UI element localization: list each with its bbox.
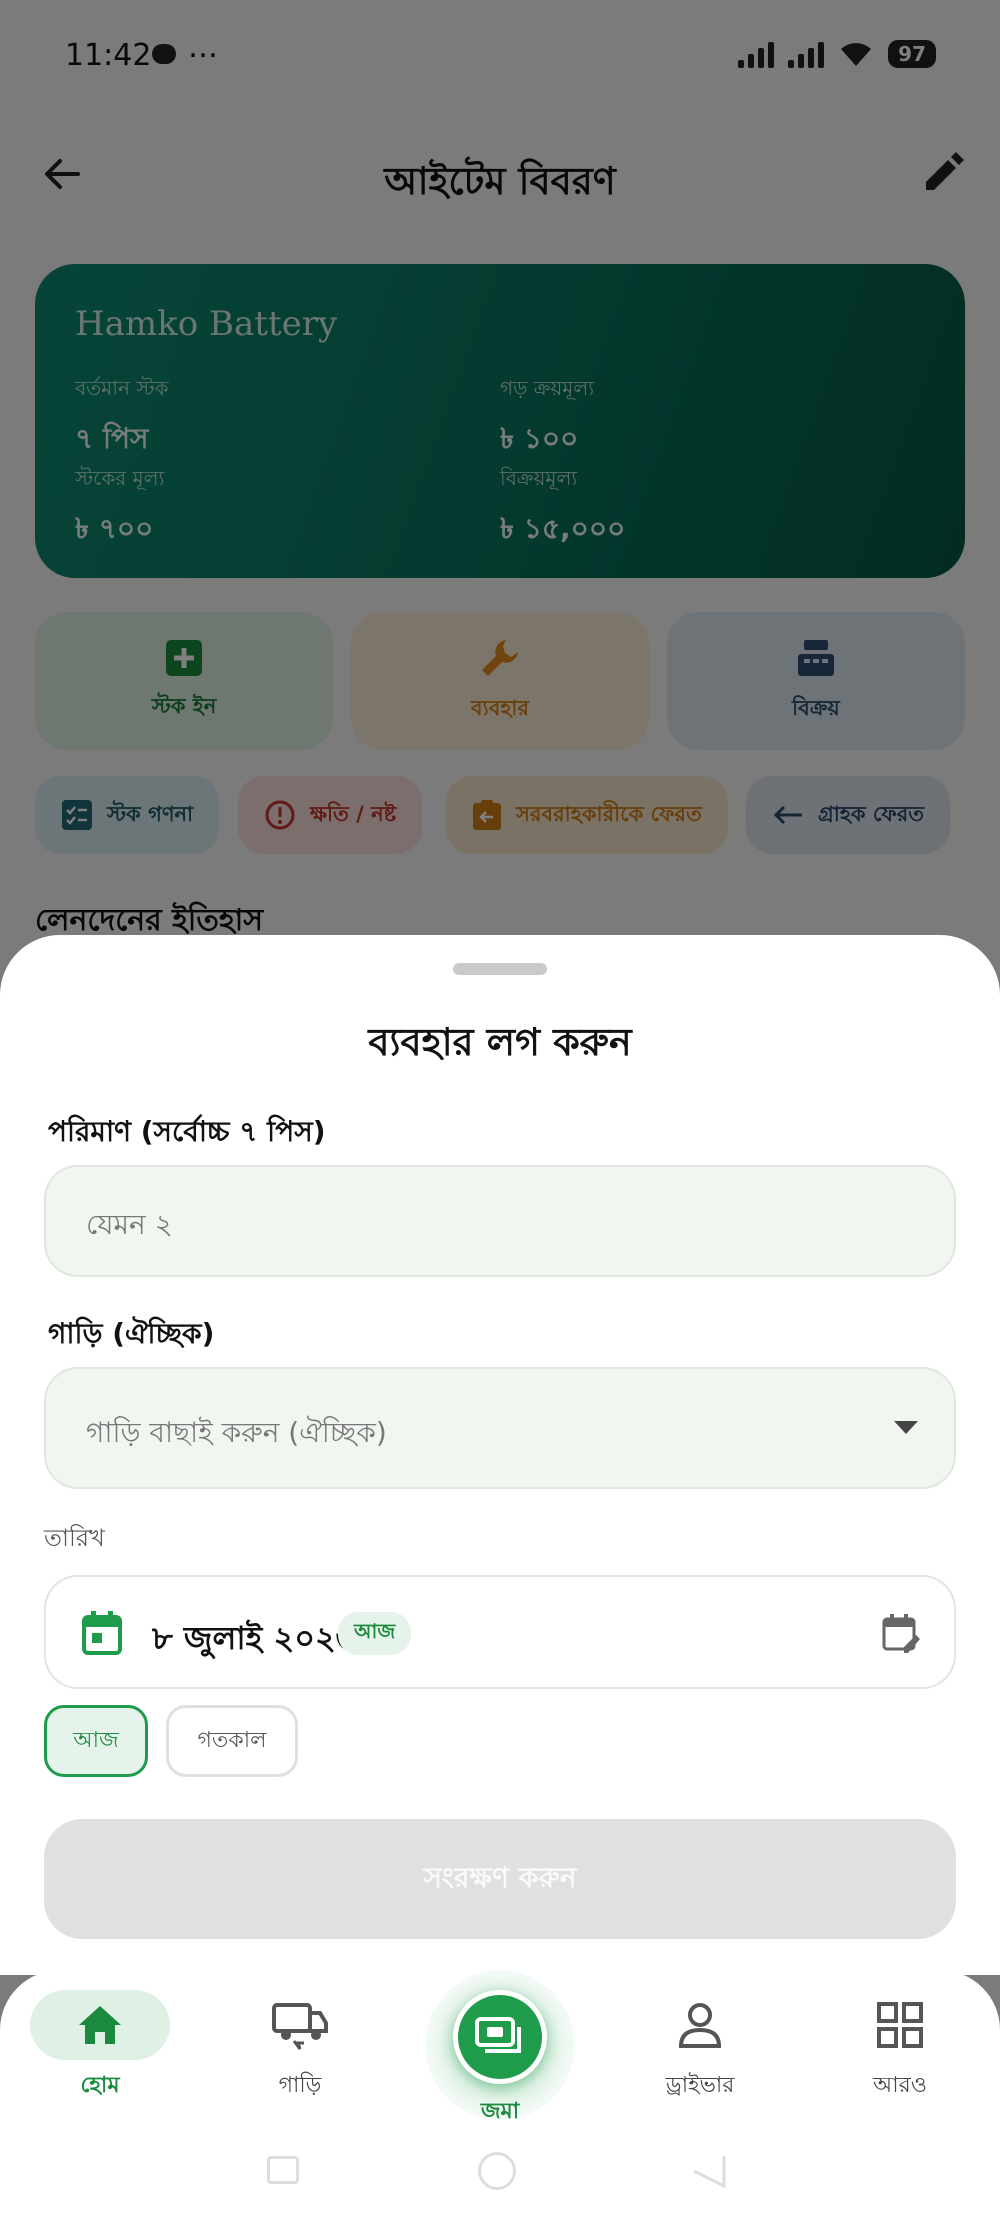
- bottom-navigation: হোম গাড়ি জমা ড্রাইভার আরও: [0, 1970, 1000, 2225]
- nav-home-label: হোম: [80, 2073, 120, 2098]
- sheet-drag-handle[interactable]: [453, 963, 547, 975]
- recents-icon[interactable]: [267, 2156, 299, 2184]
- save-label: সংরক্ষণ করুন: [423, 1860, 577, 1894]
- home-icon: [79, 2006, 121, 2044]
- save-button[interactable]: সংরক্ষণ করুন: [44, 1819, 956, 1939]
- quick-today-label: আজ: [73, 1727, 119, 1753]
- quantity-label: পরিমাণ (সর্বোচ্চ ৭ পিস): [48, 1115, 326, 1148]
- sheet-title: ব্যবহার লগ করুন: [368, 1020, 632, 1064]
- date-field[interactable]: ৮ জুলাই ২০২৬ আজ: [44, 1575, 956, 1689]
- grid-icon: [877, 2002, 923, 2048]
- nav-home[interactable]: হোম: [20, 1990, 180, 2105]
- person-icon: [678, 2003, 722, 2048]
- nav-vehicles[interactable]: গাড়ি: [220, 1990, 380, 2105]
- vehicle-label: গাড়ি (ঐচ্ছিক): [48, 1317, 215, 1350]
- system-navigation: [0, 2150, 1000, 2190]
- quantity-input[interactable]: যেমন ২: [44, 1165, 956, 1277]
- vehicle-placeholder: গাড়ি বাছাই করুন (ঐচ্ছিক): [86, 1416, 387, 1449]
- cash-icon: [475, 2017, 521, 2053]
- home-pill: [30, 1990, 170, 2060]
- date-label: তারিখ: [44, 1524, 105, 1552]
- more-icon-wrap: [877, 1990, 923, 2060]
- vehicle-select[interactable]: গাড়ি বাছাই করুন (ঐচ্ছিক): [44, 1367, 956, 1489]
- calendar-icon: [82, 1611, 122, 1655]
- nav-deposit-label: জমা: [480, 2099, 520, 2124]
- quick-yesterday-label: গতকাল: [197, 1727, 267, 1753]
- deposit-fab[interactable]: [453, 1990, 547, 2084]
- nav-more-label: আরও: [873, 2073, 927, 2098]
- nav-vehicles-label: গাড়ি: [278, 2073, 322, 2098]
- quantity-placeholder: যেমন ২: [86, 1208, 173, 1241]
- quick-yesterday-button[interactable]: গতকাল: [166, 1705, 298, 1777]
- driver-icon-wrap: [677, 1990, 723, 2060]
- back-triangle-icon[interactable]: [690, 2154, 726, 2188]
- calendar-edit-icon[interactable]: [882, 1613, 920, 1655]
- date-value: ৮ জুলাই ২০২৬: [152, 1619, 357, 1657]
- dropdown-arrow-icon: [894, 1421, 918, 1434]
- truck-icon: [272, 2003, 328, 2050]
- home-circle-icon[interactable]: [478, 2152, 516, 2190]
- vehicle-icon-wrap: [272, 1990, 328, 2060]
- quick-today-button[interactable]: আজ: [44, 1705, 148, 1777]
- nav-driver-label: ড্রাইভার: [665, 2073, 735, 2098]
- log-usage-sheet: ব্যবহার লগ করুন পরিমাণ (সর্বোচ্চ ৭ পিস) …: [0, 935, 1000, 1975]
- nav-more[interactable]: আরও: [820, 1990, 980, 2105]
- today-badge: আজ: [338, 1612, 412, 1655]
- nav-driver[interactable]: ড্রাইভার: [620, 1990, 780, 2105]
